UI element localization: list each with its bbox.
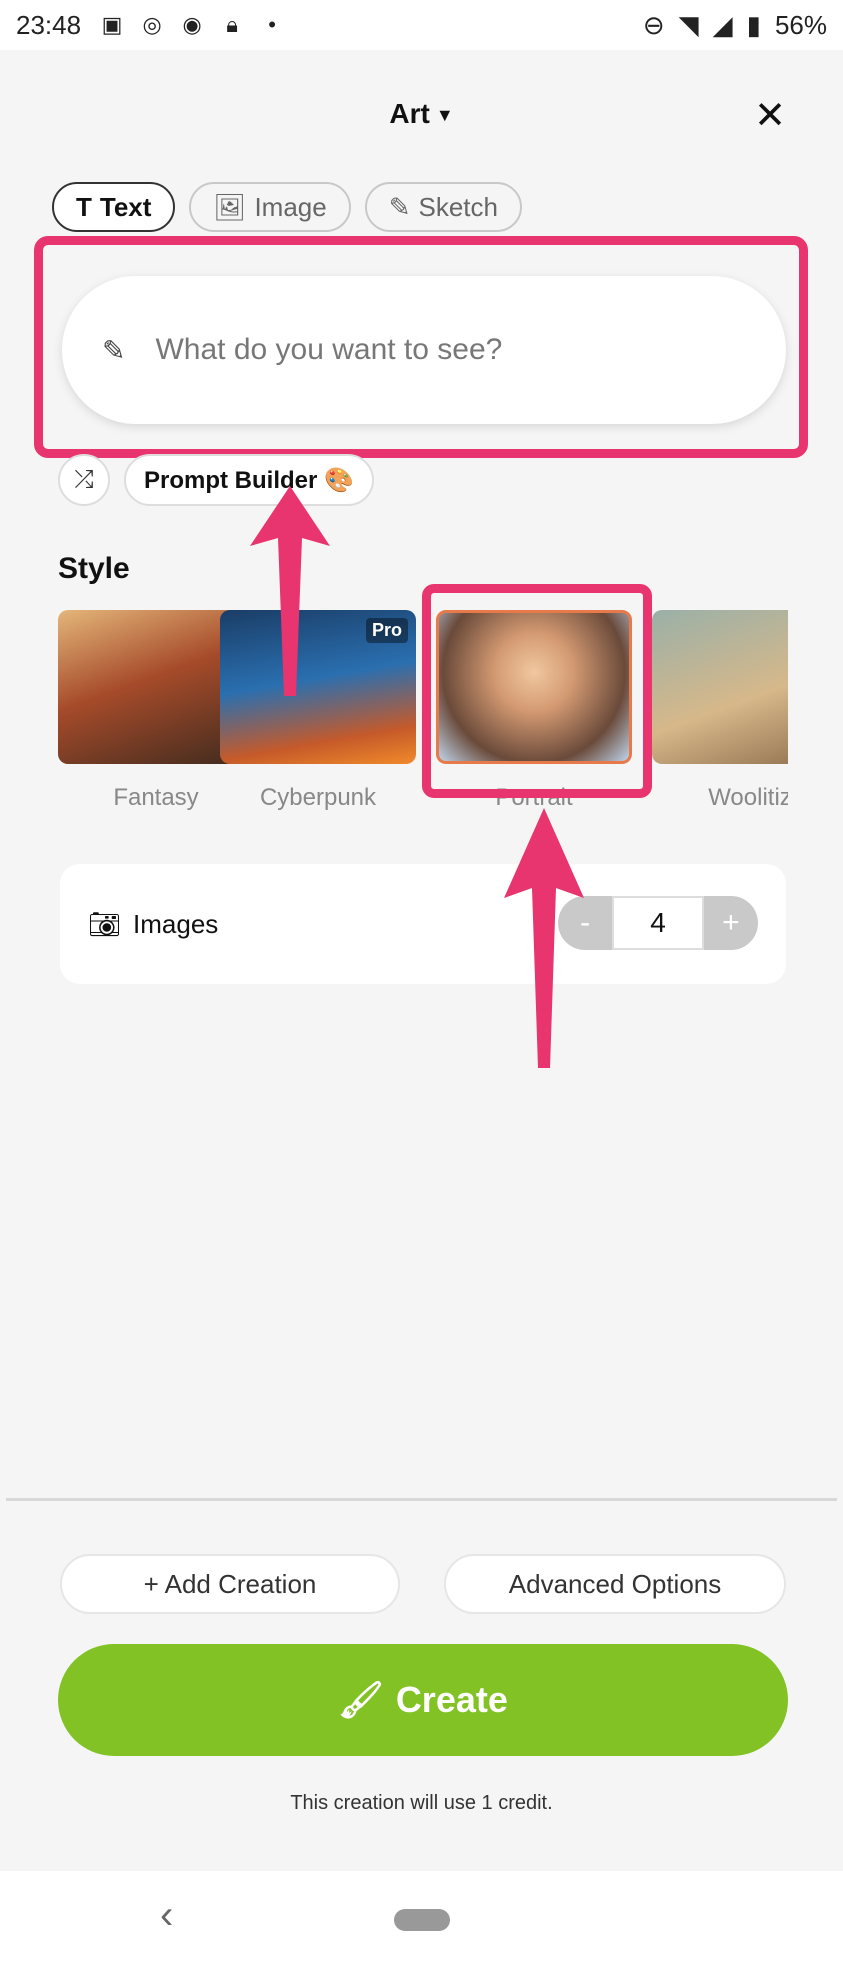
tab-label: Sketch xyxy=(418,191,499,222)
annotation-highlight-box xyxy=(422,584,652,798)
prompt-builder-button[interactable]: Prompt Builder 🎨 xyxy=(124,454,374,506)
close-button[interactable]: ✕ xyxy=(750,96,790,136)
pro-badge: Pro xyxy=(365,618,408,643)
chrome-icon: ◉ xyxy=(182,12,202,37)
tab-label: Image xyxy=(254,191,327,222)
annotation-arrow-up xyxy=(504,808,584,1068)
status-bar: 23:48 ▣ ◎ ◉ 🔒︎ • ⊖ ◥ ◢ ▮ 56% xyxy=(0,0,843,50)
dot-icon: • xyxy=(268,12,276,37)
signal-icon: ◢ xyxy=(712,9,733,40)
tab-label: Text xyxy=(99,191,152,222)
images-count-card: 📷︎ Images - 4 + xyxy=(60,864,786,984)
advanced-options-button[interactable]: Advanced Options xyxy=(444,1554,786,1614)
style-section-title: Style xyxy=(58,552,130,585)
paintbrush-icon: 🖌︎ xyxy=(338,1679,384,1720)
add-creation-button[interactable]: + Add Creation xyxy=(60,1554,400,1614)
annotation-arrow-up xyxy=(250,486,330,696)
images-stepper: - 4 + xyxy=(558,896,758,950)
dnd-icon: ⊖ xyxy=(642,9,665,40)
images-label: Images xyxy=(133,908,219,939)
images-count-value[interactable]: 4 xyxy=(612,896,704,950)
tab-image[interactable]: 🖼︎ Image xyxy=(189,182,351,232)
create-label: Create xyxy=(395,1679,508,1720)
credit-note: This creation will use 1 credit. xyxy=(290,1792,553,1814)
check-circle-icon: ◎ xyxy=(142,12,162,37)
mode-selector[interactable]: Art ▼ xyxy=(0,98,843,130)
annotation-highlight-box xyxy=(34,236,808,458)
style-thumbnail xyxy=(652,610,788,764)
increment-button[interactable]: + xyxy=(703,896,758,950)
create-button[interactable]: 🖌︎ Create xyxy=(58,1644,788,1756)
shuffle-button[interactable]: ⤮ xyxy=(58,454,110,506)
text-icon: T xyxy=(76,191,92,222)
image-icon: 🖼︎ xyxy=(213,191,247,222)
status-time: 23:48 xyxy=(16,9,82,40)
battery-percent: 56% xyxy=(774,9,827,40)
pencil-icon: ✎ xyxy=(388,191,411,222)
tab-text[interactable]: T Text xyxy=(52,182,176,232)
wifi-icon: ◥ xyxy=(678,9,699,40)
gallery-icon: ▣ xyxy=(101,12,123,37)
home-pill-icon[interactable] xyxy=(394,1909,450,1931)
camera-icon: 📷︎ xyxy=(88,908,122,939)
mode-title: Art xyxy=(389,98,430,129)
shuffle-icon: ⤮ xyxy=(74,466,94,493)
system-nav-bar: ‹ xyxy=(0,1871,843,1967)
style-label: Woolitiz xyxy=(708,784,788,810)
style-item-woolitiz[interactable]: Woolitiz xyxy=(652,610,788,810)
lock-icon: 🔒︎ xyxy=(226,12,238,37)
caret-down-icon: ▼ xyxy=(435,105,454,126)
input-type-tabs: T Text 🖼︎ Image ✎ Sketch xyxy=(52,182,522,232)
back-icon[interactable]: ‹ xyxy=(160,1893,173,1938)
style-label: Cyberpunk xyxy=(259,784,377,810)
tab-sketch[interactable]: ✎ Sketch xyxy=(364,182,522,232)
battery-icon: ▮ xyxy=(746,9,761,40)
